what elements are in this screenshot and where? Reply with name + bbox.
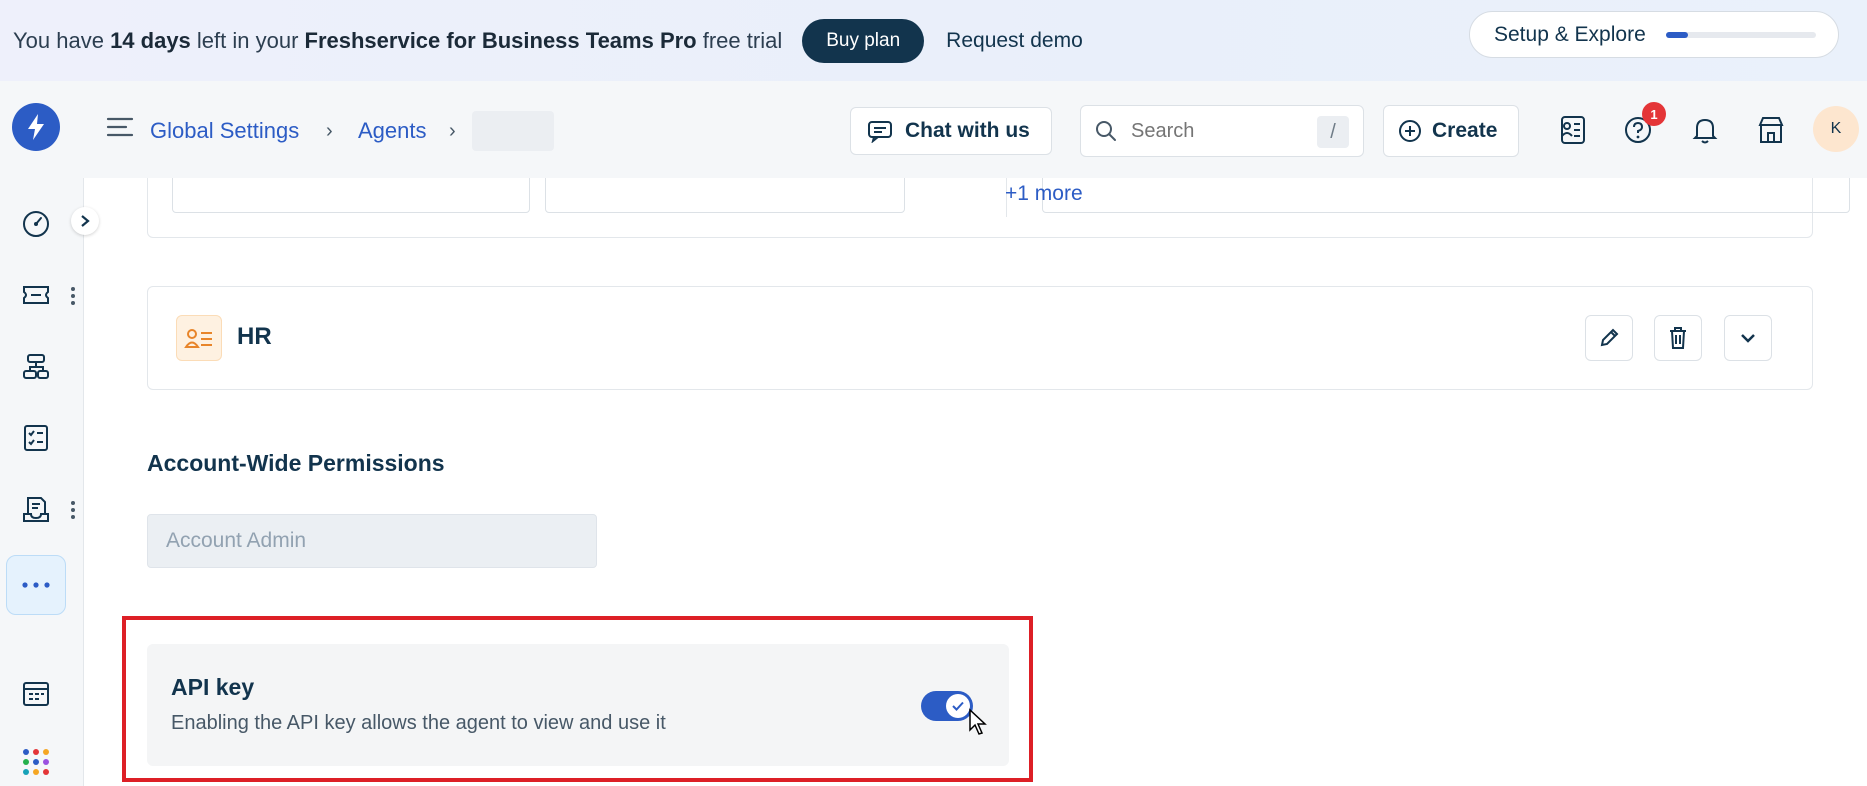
bell-icon[interactable]	[1688, 113, 1722, 147]
group-icon	[176, 315, 222, 361]
setup-progress-bar	[1665, 31, 1816, 38]
logo-icon[interactable]	[12, 103, 60, 151]
inbox-icon[interactable]	[20, 493, 52, 525]
search-shortcut-key: /	[1317, 116, 1349, 148]
mouse-cursor-icon	[968, 708, 988, 741]
ticket-options-icon[interactable]	[70, 286, 78, 306]
expand-group-button[interactable]	[1724, 315, 1772, 361]
api-key-toggle[interactable]	[921, 691, 973, 721]
dashboard-icon[interactable]	[20, 208, 52, 240]
global-search[interactable]: /	[1080, 105, 1364, 157]
top-header: Global Settings › Agents › Chat with us …	[0, 81, 1867, 178]
account-role-value: Account Admin	[166, 529, 307, 552]
menu-icon[interactable]	[106, 116, 134, 143]
setup-progress-fill	[1665, 31, 1689, 38]
section-title: Account-Wide Permissions	[147, 450, 445, 476]
breadcrumb-agents[interactable]: Agents	[358, 118, 427, 144]
toggle-knob	[946, 694, 970, 718]
trash-icon	[1670, 327, 1686, 349]
more-icon[interactable]	[6, 555, 66, 615]
contacts-icon[interactable]	[1555, 113, 1589, 147]
group-field-box[interactable]	[545, 178, 905, 213]
trial-message: You have 14 days left in your Freshservi…	[13, 27, 783, 53]
trial-banner: You have 14 days left in your Freshservi…	[0, 0, 1867, 81]
group-card-previous	[147, 178, 1850, 238]
request-demo-link[interactable]: Request demo	[946, 29, 1083, 53]
store-icon[interactable]	[1754, 113, 1788, 147]
breadcrumb-separator-icon: ›	[326, 120, 333, 142]
buy-plan-button[interactable]: Buy plan	[802, 18, 925, 63]
search-input[interactable]	[1131, 119, 1311, 143]
account-role-field: Account Admin	[147, 514, 597, 568]
breadcrumb-current-placeholder	[472, 111, 554, 151]
trial-days: 14 days	[110, 27, 191, 53]
search-icon	[1096, 121, 1116, 141]
check-icon	[952, 701, 964, 711]
setup-explore-button[interactable]: Setup & Explore	[1469, 11, 1839, 58]
group-members-box	[1042, 178, 1850, 213]
breadcrumb-separator-icon: ›	[449, 120, 456, 142]
checklist-icon[interactable]	[20, 422, 52, 454]
api-key-title: API key	[171, 674, 255, 700]
chat-with-us-button[interactable]: Chat with us	[850, 107, 1052, 155]
expand-sidebar-button[interactable]	[71, 207, 99, 235]
chevron-down-icon	[1741, 334, 1755, 343]
apps-grid-icon[interactable]	[20, 746, 52, 778]
group-card-hr: HR	[147, 286, 1813, 390]
chevron-right-icon	[81, 215, 90, 227]
main-content: +1 more HR Account-Wide Permissions Acco…	[84, 178, 1867, 786]
plan-name: Freshservice for Business Teams Pro	[304, 27, 697, 53]
calendar-icon[interactable]	[20, 678, 52, 710]
api-key-card: API key Enabling the API key allows the …	[147, 644, 1009, 766]
group-field-box[interactable]	[172, 178, 530, 213]
api-key-description: Enabling the API key allows the agent to…	[171, 712, 666, 734]
delete-group-button[interactable]	[1654, 315, 1702, 361]
breadcrumb-global-settings[interactable]: Global Settings	[150, 118, 299, 144]
create-label: Create	[1432, 119, 1498, 142]
left-sidebar	[0, 178, 99, 786]
plus-circle-icon	[1399, 120, 1421, 142]
group-name: HR	[237, 323, 272, 350]
create-button[interactable]: Create	[1383, 105, 1519, 157]
help-notification-badge: 1	[1642, 102, 1666, 126]
workflow-icon[interactable]	[20, 351, 52, 383]
more-members-link[interactable]: +1 more	[1005, 182, 1083, 206]
setup-explore-label: Setup & Explore	[1494, 22, 1646, 46]
chat-with-us-label: Chat with us	[905, 119, 1030, 142]
inbox-options-icon[interactable]	[70, 500, 78, 520]
edit-group-button[interactable]	[1585, 315, 1633, 361]
chat-icon	[868, 121, 892, 143]
edit-icon	[1600, 328, 1619, 347]
avatar[interactable]: K	[1813, 106, 1859, 152]
ticket-icon[interactable]	[20, 279, 52, 311]
